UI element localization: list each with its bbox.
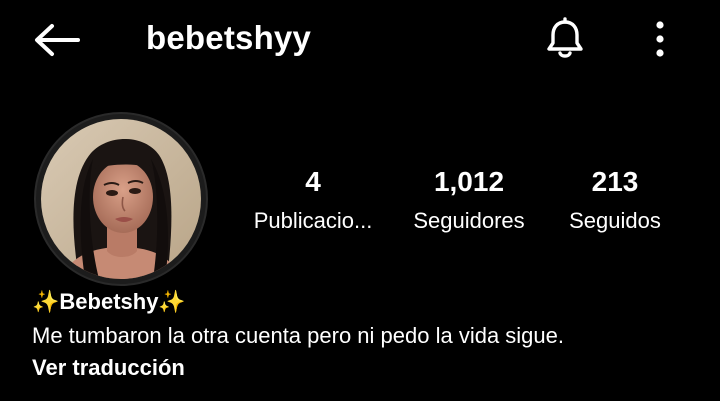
followers-count: 1,012: [433, 166, 505, 197]
more-options-button[interactable]: [640, 14, 680, 64]
posts-stat[interactable]: 4 Publicacio...: [244, 160, 382, 238]
back-button[interactable]: [30, 18, 84, 62]
see-translation-link[interactable]: Ver traducción: [32, 352, 185, 384]
following-count: 213: [591, 166, 639, 197]
posts-label: Publicacio...: [253, 208, 373, 233]
profile-display-name: ✨Bebetshy✨: [32, 289, 186, 314]
more-vertical-icon: [656, 21, 664, 57]
following-label: Seguidos: [569, 208, 661, 233]
notifications-button[interactable]: [538, 14, 592, 64]
followers-label: Seguidores: [413, 208, 525, 233]
profile-photo: [41, 119, 201, 279]
arrow-left-icon: [35, 24, 80, 56]
top-bar: bebetshyy: [0, 0, 720, 80]
bell-icon: [547, 17, 583, 58]
following-stat[interactable]: 213 Seguidos: [560, 160, 670, 238]
posts-count: 4: [305, 166, 321, 197]
profile-stats: 4 Publicacio... 1,012 Seguidores 213 Seg…: [238, 160, 698, 250]
profile-avatar[interactable]: [34, 112, 208, 286]
avatar-image: [41, 119, 201, 279]
profile-bio: Me tumbaron la otra cuenta pero ni pedo …: [32, 323, 564, 348]
profile-username: bebetshyy: [146, 19, 312, 56]
followers-stat[interactable]: 1,012 Seguidores: [404, 160, 534, 238]
